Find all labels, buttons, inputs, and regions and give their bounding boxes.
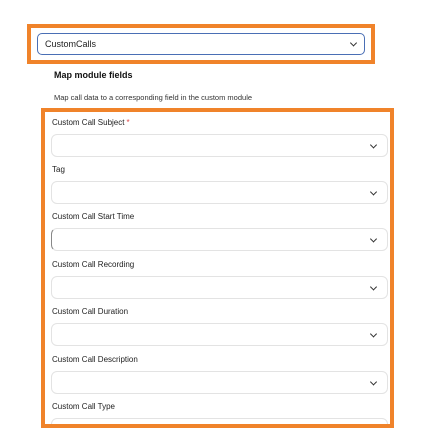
chevron-down-icon xyxy=(369,282,378,291)
chevron-down-icon xyxy=(369,140,378,149)
field-custom-call-duration: Custom Call Duration xyxy=(51,307,388,351)
section-description: Map call data to a corresponding field i… xyxy=(54,93,253,102)
field-label: Custom Call Recording xyxy=(52,260,135,269)
field-select-custom-call-subject[interactable] xyxy=(51,134,388,157)
field-select-tag[interactable] xyxy=(51,181,388,204)
field-select-custom-call-recording[interactable] xyxy=(51,276,388,299)
field-label: Custom Call Duration xyxy=(52,307,129,316)
field-label: Custom Call Start Time xyxy=(52,212,135,221)
field-tag: Tag xyxy=(51,165,388,209)
required-marker: * xyxy=(126,118,130,127)
field-custom-call-type: Custom Call Type xyxy=(51,402,388,428)
field-custom-call-subject: Custom Call Subject * xyxy=(51,118,388,162)
field-select-custom-call-start-time[interactable] xyxy=(51,228,388,251)
field-label: Custom Call Type xyxy=(52,402,115,411)
field-select-custom-call-type[interactable] xyxy=(51,418,388,428)
chevron-down-icon xyxy=(369,329,378,338)
chevron-down-icon xyxy=(369,187,378,196)
chevron-down-icon xyxy=(369,234,378,243)
chevron-down-icon xyxy=(370,425,377,428)
field-custom-call-start-time: Custom Call Start Time xyxy=(51,212,388,256)
field-select-custom-call-description[interactable] xyxy=(51,371,388,394)
fields-highlight: Custom Call Subject * Tag Custom Call Sta… xyxy=(41,108,394,428)
module-select[interactable]: CustomCalls xyxy=(37,33,365,55)
field-custom-call-recording: Custom Call Recording xyxy=(51,260,388,304)
module-select-highlight: CustomCalls xyxy=(27,24,375,64)
field-custom-call-description: Custom Call Description xyxy=(51,355,388,399)
field-label: Custom Call Description xyxy=(52,355,138,364)
chevron-down-icon xyxy=(369,377,378,386)
chevron-down-icon xyxy=(349,39,358,47)
section-title: Map module fields xyxy=(54,70,133,80)
field-select-custom-call-duration[interactable] xyxy=(51,323,388,346)
module-select-value: CustomCalls xyxy=(45,39,97,49)
field-label: Custom Call Subject xyxy=(52,118,125,127)
field-label: Tag xyxy=(52,165,65,174)
